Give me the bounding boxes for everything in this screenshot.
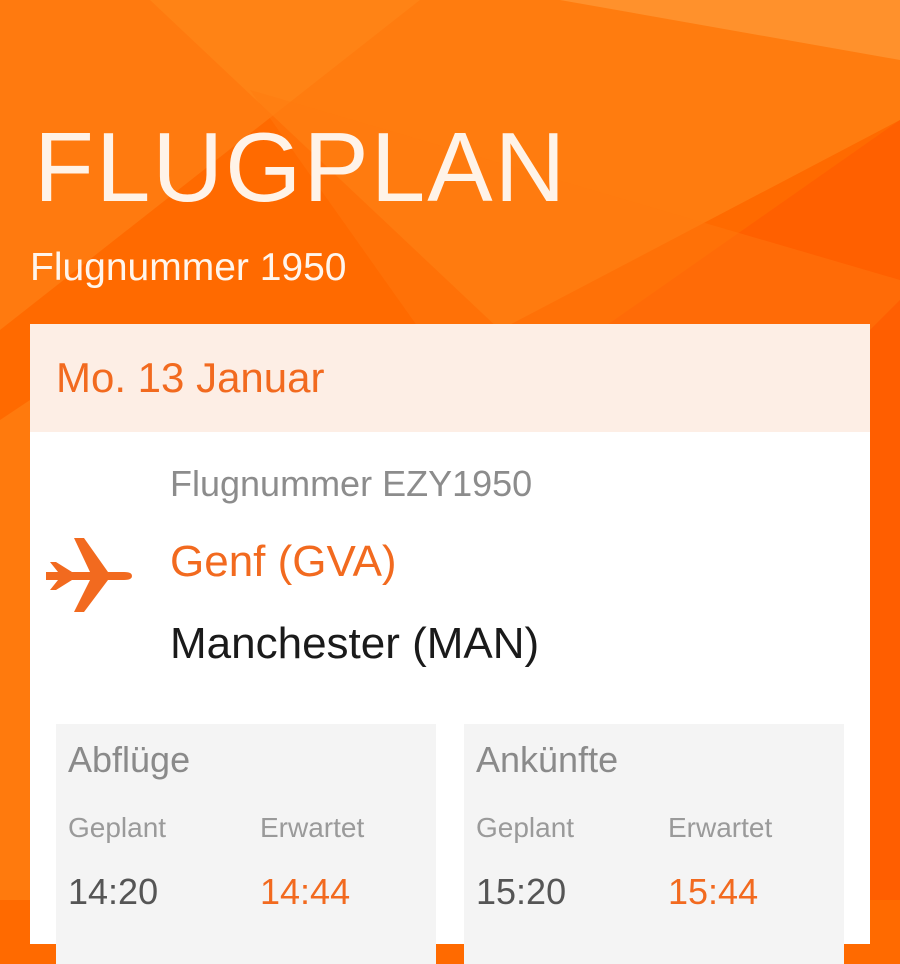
arrivals-scheduled-time: 15:20 (476, 871, 567, 912)
flight-number: Flugnummer EZY1950 (170, 463, 533, 504)
arrivals-scheduled-label: Geplant (476, 812, 575, 843)
page-title: FLUGPLAN (34, 112, 568, 222)
departures-scheduled-label: Geplant (68, 812, 167, 843)
flight-date: Mo. 13 Januar (56, 354, 325, 401)
departures-panel: Abflüge Geplant Erwartet 14:20 14:44 (56, 724, 436, 964)
departures-heading: Abflüge (68, 739, 191, 780)
date-bar: Mo. 13 Januar (30, 324, 870, 432)
airplane-icon (44, 536, 134, 616)
arrivals-panel: Ankünfte Geplant Erwartet 15:20 15:44 (464, 724, 844, 964)
arrivals-expected-label: Erwartet (668, 812, 773, 843)
destination-airport: Manchester (MAN) (170, 619, 540, 668)
flight-subtitle: Flugnummer 1950 (30, 246, 347, 289)
origin-airport: Genf (GVA) (170, 537, 397, 586)
departures-scheduled-time: 14:20 (68, 871, 159, 912)
departures-expected-label: Erwartet (260, 812, 365, 843)
flight-card: Mo. 13 Januar Flugnummer EZY1950 Genf (G… (30, 324, 870, 964)
departures-expected-time: 14:44 (260, 871, 351, 912)
arrivals-heading: Ankünfte (476, 739, 619, 780)
arrivals-expected-time: 15:44 (668, 871, 759, 912)
